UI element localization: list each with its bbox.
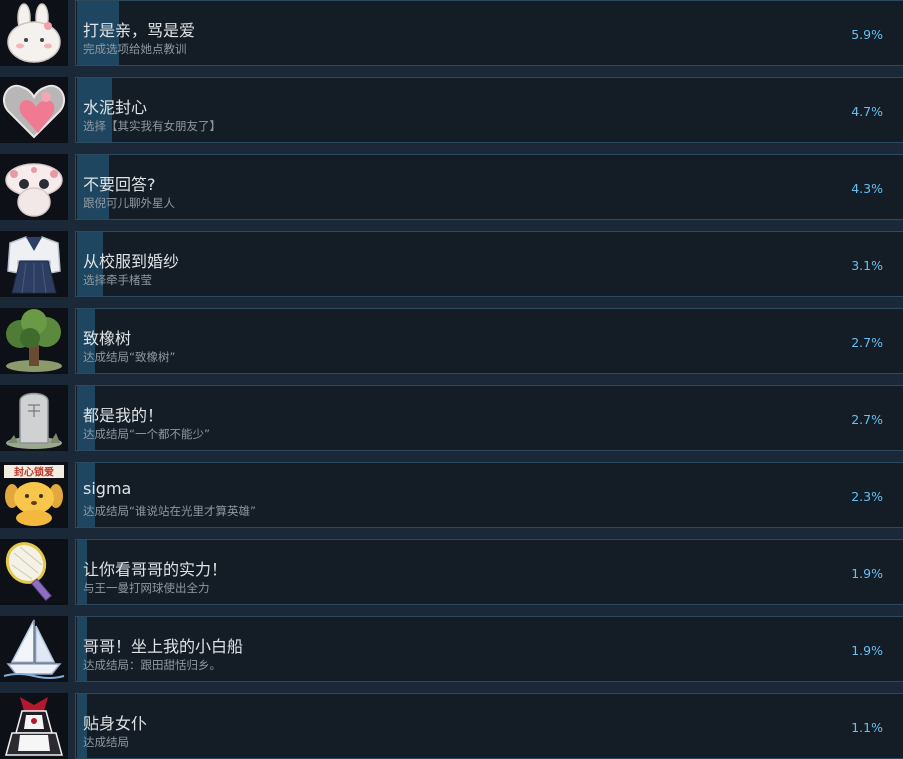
achievement-icon-box [0, 693, 68, 759]
achievement-row[interactable]: 打是亲，骂是爱 完成选项给她点教训 5.9% [0, 0, 903, 66]
bunny-icon [7, 3, 61, 63]
achievement-row[interactable]: 哥哥！坐上我的小白船 达成结局：跟田甜恬归乡。 1.9% [0, 616, 903, 682]
tennis-racket-icon [5, 542, 52, 602]
progress-bar: 致橡树 达成结局“致橡树” 2.7% [75, 308, 903, 374]
achievement-icon-box [0, 616, 68, 682]
achievement-row[interactable]: 让你看哥哥的实力！ 与王一曼打网球使出全力 1.9% [0, 539, 903, 605]
heart-icon [3, 84, 65, 139]
achievement-row[interactable]: 都是我的！ 达成结局“一个都不能少” 2.7% [0, 385, 903, 451]
achievement-title: 让你看哥哥的实力！ [83, 560, 228, 579]
achievement-title: 都是我的！ [83, 406, 164, 425]
achievement-icon-box [0, 154, 68, 220]
achievement-description: 与王一曼打网球使出全力 [83, 581, 210, 595]
progress-bar: sigma 达成结局“谁说站在光里才算英雄” 2.3% [75, 462, 903, 528]
achievement-icon-box: 封心锁爱 [0, 462, 68, 528]
achievement-icon-box [0, 0, 68, 66]
achievement-percent: 2.3% [851, 489, 883, 504]
achievement-row[interactable]: 水泥封心 选择【其实我有女朋友了】 4.7% [0, 77, 903, 143]
achievement-percent: 2.7% [851, 335, 883, 350]
achievement-row[interactable]: 不要回答? 跟倪可儿聊外星人 4.3% [0, 154, 903, 220]
achievement-row[interactable]: 封心锁爱 sigma 达成结局“谁说站在光里才算英雄” 2.3% [0, 462, 903, 528]
achievement-description: 完成选项给她点教训 [83, 42, 187, 56]
achievement-row[interactable]: 致橡树 达成结局“致橡树” 2.7% [0, 308, 903, 374]
progress-bar: 哥哥！坐上我的小白船 达成结局：跟田甜恬归乡。 1.9% [75, 616, 903, 682]
tombstone-icon [6, 392, 62, 449]
sign-text: 封心锁爱 [14, 466, 54, 479]
achievement-description: 达成结局 [83, 735, 129, 749]
achievement-description: 选择牵手楮莹 [83, 273, 152, 287]
achievement-icon-box [0, 385, 68, 451]
progress-bar: 都是我的！ 达成结局“一个都不能少” 2.7% [75, 385, 903, 451]
achievement-icon-box [0, 231, 68, 297]
achievement-percent: 1.9% [851, 566, 883, 581]
progress-bar: 打是亲，骂是爱 完成选项给她点教训 5.9% [75, 0, 903, 66]
school-uniform-icon [7, 236, 61, 294]
progress-bar: 让你看哥哥的实力！ 与王一曼打网球使出全力 1.9% [75, 539, 903, 605]
progress-bar: 从校服到婚纱 选择牵手楮莹 3.1% [75, 231, 903, 297]
achievement-title: 哥哥！坐上我的小白船 [83, 637, 244, 656]
oak-tree-icon [6, 309, 62, 372]
alien-creature-icon [5, 163, 63, 217]
achievement-description: 选择【其实我有女朋友了】 [83, 119, 221, 133]
achievement-title: 贴身女仆 [83, 714, 148, 733]
achievement-percent: 1.9% [851, 643, 883, 658]
achievement-title: 从校服到婚纱 [83, 252, 180, 271]
achievement-title: 打是亲，骂是爱 [83, 21, 196, 40]
achievement-percent: 2.7% [851, 412, 883, 427]
achievement-description: 达成结局：跟田甜恬归乡。 [83, 658, 221, 672]
achievement-title: 水泥封心 [83, 98, 148, 117]
achievement-percent: 3.1% [851, 258, 883, 273]
achievement-row[interactable]: 从校服到婚纱 选择牵手楮莹 3.1% [0, 231, 903, 297]
achievement-description: 达成结局“致橡树” [83, 350, 176, 364]
progress-bar: 水泥封心 选择【其实我有女朋友了】 4.7% [75, 77, 903, 143]
progress-bar: 不要回答? 跟倪可儿聊外星人 4.3% [75, 154, 903, 220]
achievement-percent: 1.1% [851, 720, 883, 735]
progress-bar: 贴身女仆 达成结局 1.1% [75, 693, 903, 759]
achievement-icon-box [0, 308, 68, 374]
achievement-percent: 4.3% [851, 181, 883, 196]
achievement-icon-box [0, 539, 68, 605]
achievement-description: 达成结局“一个都不能少” [83, 427, 210, 441]
achievement-description: 跟倪可儿聊外星人 [83, 196, 175, 210]
maid-outfit-icon [5, 697, 63, 756]
achievement-list: 打是亲，骂是爱 完成选项给她点教训 5.9% 水泥封心 选择【其实我有女朋友了】… [0, 0, 903, 759]
achievement-row[interactable]: 贴身女仆 达成结局 1.1% [0, 693, 903, 759]
achievement-percent: 5.9% [851, 27, 883, 42]
puppy-sign-icon: 封心锁爱 [4, 465, 64, 526]
achievement-percent: 4.7% [851, 104, 883, 119]
achievement-title: sigma [83, 479, 132, 498]
achievement-title: 致橡树 [83, 329, 132, 348]
achievement-icon-box [0, 77, 68, 143]
achievement-title: 不要回答? [83, 175, 156, 194]
achievement-description: 达成结局“谁说站在光里才算英雄” [83, 504, 256, 518]
sailboat-icon [3, 619, 65, 679]
